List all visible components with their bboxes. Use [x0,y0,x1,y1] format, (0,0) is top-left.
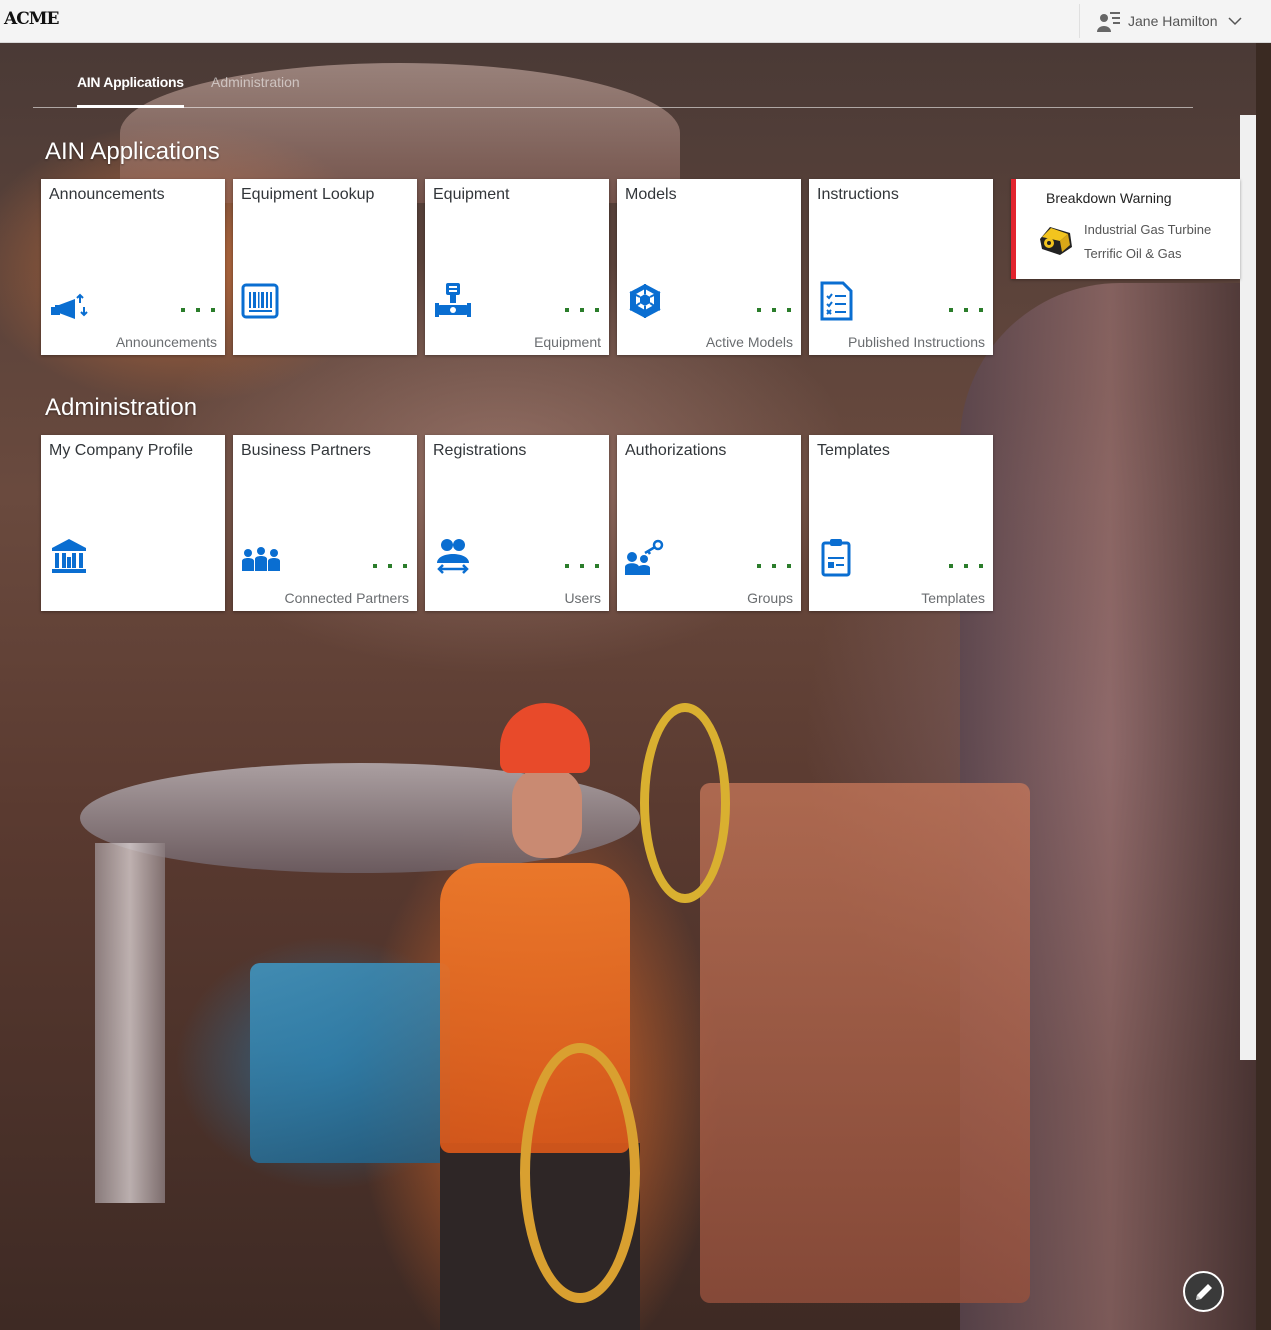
breakdown-warning-card[interactable]: Breakdown Warning Industrial Gas Turbine… [1011,179,1240,279]
breakdown-asset: Industrial Gas Turbine [1084,222,1212,237]
more-dots-icon [373,564,407,568]
tile-footer: Active Models [705,334,793,350]
group-key-icon [625,539,664,575]
tile-templates[interactable]: Templates Templates [809,435,993,611]
tile-equipment-lookup[interactable]: Equipment Lookup [233,179,417,355]
barcode-icon [241,283,279,319]
tile-title: Business Partners [241,442,371,459]
shell-header: ACME Jane Hamilton [0,0,1271,43]
more-dots-icon [565,564,599,568]
tile-registrations[interactable]: Registrations Users [425,435,609,611]
user-exchange-icon [437,539,469,574]
tile-title: Instructions [817,186,899,203]
tab-ain-applications[interactable]: AIN Applications [77,74,184,108]
more-dots-icon [949,308,983,312]
section-title-ain: AIN Applications [45,138,220,165]
more-dots-icon [949,564,983,568]
tile-instructions[interactable]: Instructions Published Instructions [809,179,993,355]
tab-administration[interactable]: Administration [211,74,300,108]
tile-authorizations[interactable]: Authorizations Groups [617,435,801,611]
user-name: Jane Hamilton [1128,13,1218,29]
user-list-icon [1097,12,1120,32]
user-menu[interactable]: Jane Hamilton [1079,4,1271,38]
tile-footer: Users [564,590,601,606]
clipboard-icon [821,539,851,577]
chevron-down-icon [1227,17,1242,26]
turbine-icon [1040,227,1072,255]
breakdown-company: Terrific Oil & Gas [1084,246,1182,261]
scrollbar[interactable] [1240,115,1256,1060]
tile-announcements[interactable]: Announcements Announcements [41,179,225,355]
more-dots-icon [565,308,599,312]
tile-title: Templates [817,442,890,459]
tile-business-partners[interactable]: Business Partners Connected Partners [233,435,417,611]
tile-footer: Connected Partners [284,590,409,606]
section-title-administration: Administration [45,394,198,421]
tile-title: Equipment [433,186,510,203]
tab-bar: AIN Applications Administration [33,64,1193,108]
partners-icon [242,547,280,571]
tile-my-company-profile[interactable]: My Company Profile [41,435,225,611]
more-dots-icon [757,564,791,568]
tile-title: Models [625,186,677,203]
tile-title: Authorizations [625,442,727,459]
valve-icon [435,283,471,317]
checklist-icon [820,281,853,321]
tile-footer: Published Instructions [848,334,985,350]
tile-footer: Equipment [534,334,601,350]
acme-logo[interactable]: ACME [4,9,59,29]
tile-title: My Company Profile [49,442,194,459]
tile-footer: Templates [921,590,985,606]
more-dots-icon [181,308,215,312]
tile-equipment[interactable]: Equipment Equipment [425,179,609,355]
tile-footer: Announcements [115,334,217,350]
more-dots-icon [757,308,791,312]
institution-icon [52,539,86,573]
tile-footer: Groups [747,590,793,606]
megaphone-icon [51,293,88,319]
edit-button[interactable] [1183,1271,1224,1312]
pencil-icon [1195,1283,1212,1300]
tile-title: Announcements [49,186,165,203]
tile-title: Registrations [433,442,527,459]
breakdown-title: Breakdown Warning [1046,190,1172,206]
tile-title: Equipment Lookup [241,186,375,203]
tile-models[interactable]: Models Active Models [617,179,801,355]
cube-network-icon [629,284,661,318]
